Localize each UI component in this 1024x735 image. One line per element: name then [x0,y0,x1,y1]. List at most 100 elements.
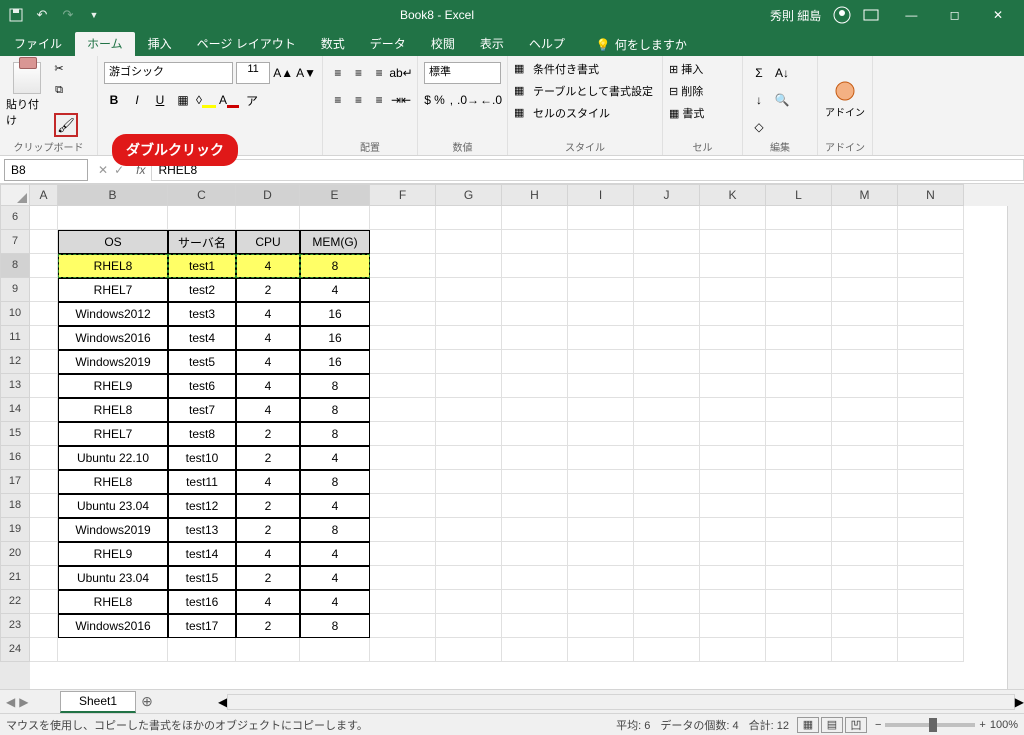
cell[interactable] [370,494,436,518]
row-header[interactable]: 10 [0,302,30,326]
row-header[interactable]: 19 [0,518,30,542]
cell[interactable] [898,374,964,398]
cell[interactable]: test14 [168,542,236,566]
cell[interactable]: 4 [236,398,300,422]
view-normal-icon[interactable]: ▦ [797,717,819,733]
cell[interactable] [568,350,634,374]
cell[interactable] [568,590,634,614]
cell[interactable] [436,398,502,422]
cell[interactable] [634,566,700,590]
col-header[interactable]: K [700,184,766,206]
cell[interactable] [30,614,58,638]
cell[interactable]: Windows2016 [58,614,168,638]
tab-view[interactable]: 表示 [468,32,516,56]
cell[interactable] [766,278,832,302]
cell[interactable] [898,278,964,302]
cell[interactable] [766,494,832,518]
cell[interactable] [766,470,832,494]
cell[interactable] [766,374,832,398]
col-header[interactable]: J [634,184,700,206]
cell[interactable] [832,230,898,254]
cell[interactable]: 8 [300,470,370,494]
cell[interactable]: 4 [236,254,300,278]
cell[interactable] [568,494,634,518]
cell[interactable]: RHEL8 [58,590,168,614]
cell[interactable]: 8 [300,254,370,278]
sort-icon[interactable]: A↓ [772,63,792,83]
sheet-tab[interactable]: Sheet1 [60,691,136,713]
cell[interactable] [370,350,436,374]
cell[interactable] [568,542,634,566]
cell[interactable]: 8 [300,422,370,446]
cell[interactable] [634,374,700,398]
cell[interactable] [370,302,436,326]
cell[interactable] [700,590,766,614]
cell[interactable] [634,326,700,350]
cell[interactable] [370,638,436,662]
autosum-icon[interactable]: Σ [749,63,769,83]
cell[interactable]: Windows2016 [58,326,168,350]
row-header[interactable]: 17 [0,470,30,494]
cell[interactable] [898,206,964,230]
cell[interactable] [568,566,634,590]
cancel-icon[interactable]: ✕ [98,163,108,177]
cell[interactable] [700,350,766,374]
cell[interactable]: OS [58,230,168,254]
cell[interactable] [436,446,502,470]
cell[interactable] [898,542,964,566]
cell[interactable] [436,638,502,662]
cell[interactable] [502,326,568,350]
tab-formulas[interactable]: 数式 [309,32,357,56]
cell[interactable] [568,422,634,446]
format-painter-button[interactable]: 🖌 [54,113,78,137]
cell[interactable]: test15 [168,566,236,590]
cell[interactable] [700,518,766,542]
close-button[interactable]: ✕ [978,0,1018,30]
cell[interactable] [832,566,898,590]
phonetic-button[interactable]: ア [242,90,262,110]
cell[interactable] [898,494,964,518]
cell[interactable] [634,398,700,422]
cell[interactable] [502,350,568,374]
cell[interactable]: 4 [300,566,370,590]
cell[interactable] [832,326,898,350]
row-header[interactable]: 14 [0,398,30,422]
view-page-layout-icon[interactable]: ▤ [821,717,843,733]
cell[interactable] [898,254,964,278]
cell[interactable] [436,350,502,374]
cell[interactable] [700,614,766,638]
cell[interactable] [700,494,766,518]
align-top-icon[interactable]: ≡ [329,64,347,82]
tell-me[interactable]: 💡何をしますか [588,33,695,56]
cell[interactable] [832,350,898,374]
cell[interactable] [634,542,700,566]
name-box[interactable]: B8 [4,159,88,181]
cell[interactable] [832,374,898,398]
cell[interactable] [30,278,58,302]
cell[interactable] [30,398,58,422]
col-header[interactable]: N [898,184,964,206]
cell[interactable] [370,518,436,542]
cell[interactable] [832,590,898,614]
align-right-icon[interactable]: ≡ [370,91,388,109]
cell[interactable] [568,254,634,278]
cell[interactable] [502,446,568,470]
cell[interactable] [634,350,700,374]
increase-font-icon[interactable]: A▲ [273,63,293,83]
cell[interactable] [300,638,370,662]
cell[interactable] [502,470,568,494]
cell[interactable] [898,326,964,350]
cell[interactable] [832,422,898,446]
ribbon-display-icon[interactable] [863,9,879,21]
align-bottom-icon[interactable]: ≡ [370,64,388,82]
percent-icon[interactable]: % [434,90,445,110]
cell[interactable] [766,446,832,470]
cell[interactable] [634,302,700,326]
cell[interactable] [700,398,766,422]
cell[interactable]: 8 [300,614,370,638]
cell[interactable] [832,446,898,470]
cell[interactable] [766,422,832,446]
cell[interactable] [898,614,964,638]
minimize-button[interactable]: — [891,0,931,30]
cell[interactable] [502,254,568,278]
